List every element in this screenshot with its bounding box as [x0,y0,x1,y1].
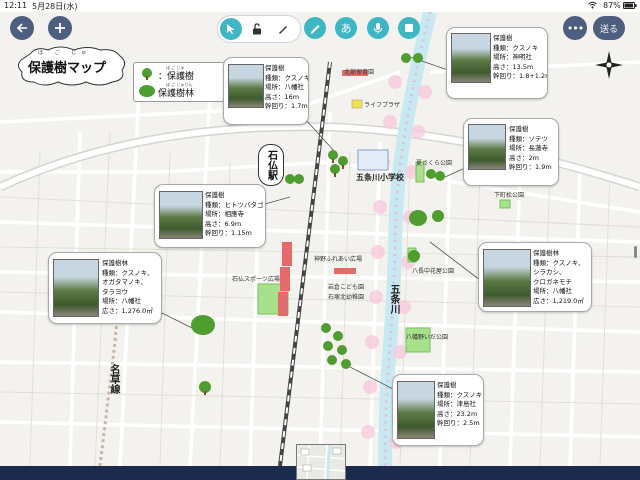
status-time: 12:11 [4,1,28,10]
park-label: 石仏スポーツ広場 [232,276,280,283]
tree-icon[interactable] [198,380,212,396]
info-card[interactable]: 保護樹 種類：クスノキ 場所：八幡社 高さ：16m 幹回り：1.7m [223,57,309,125]
tree-photo [468,124,506,170]
tree-photo [397,381,435,439]
arrow-left-icon [16,23,27,33]
lock-button[interactable] [248,20,266,38]
school-label: 五条川小学校 [356,173,404,182]
scroll-handle[interactable] [634,246,637,258]
plus-icon [55,23,65,33]
title-ruby: ほ ご じゅ [38,50,92,56]
back-button[interactable] [10,16,34,40]
park-label: 岩倉こども園 [328,284,365,291]
rail-label: 名草線 [108,364,119,394]
park-label: 神野ふれあい広場 [314,256,363,263]
pencil-icon [279,26,287,34]
select-tool-button[interactable] [220,18,242,40]
mic-button[interactable] [367,17,389,39]
info-card[interactable]: 保護樹 種類：ヒトツバタゴ 場所：相應寺 高さ：6.9m 幹回り：1.15m [154,184,266,248]
info-card[interactable]: 保護樹林 種類：クスノキ、 シラカシ、 クロガネモチ 場所：八幡社 広さ：1,2… [478,242,592,312]
pen-tool-button[interactable] [274,20,292,38]
map-canvas[interactable]: ほ ご じゅ 保護樹マップ ほ ご じゅ ：保護樹 ほ ご じゅりん 保護樹林 … [0,12,640,466]
microphone-icon [374,23,382,34]
status-date: 5月28日(水) [32,2,78,11]
status-bar: 12:11 5月28日(水) 87% [0,0,640,12]
ellipsis-icon: ••• [566,21,584,35]
battery-icon [623,2,637,11]
tree-icon[interactable] [400,50,426,68]
battery-percent: 87% [603,1,621,10]
info-card[interactable]: 保護樹林 種類：クスノキ、 オガタマノキ、 タラヨウ 場所：八幡社 広さ：1,2… [48,252,162,324]
add-button[interactable] [48,16,72,40]
tree-photo [53,259,99,317]
park-label: 八長中花屋公園 [412,268,455,275]
tree-photo [159,191,203,239]
park-label: 八幡野いだ公園 [406,334,449,341]
park-label: 石塚北幼稚園 [328,294,365,301]
tree-cluster-icon[interactable] [318,320,358,372]
tree-cluster-icon[interactable] [325,147,355,181]
tree-photo [228,64,264,108]
wifi-icon [588,1,597,11]
text-tool-button[interactable]: あ [335,17,357,39]
more-button[interactable]: ••• [563,16,587,40]
title-text: 保護樹マップ [28,61,107,76]
tree-forest-icon[interactable] [190,314,216,336]
marker-button[interactable] [304,17,326,39]
info-card[interactable]: 保護樹 種類：ソテツ 場所：長蓮寺 高さ：2m 幹回り：1.9m [463,118,559,186]
legend-tree: ：保護樹 [158,72,195,82]
station-label: 石仏駅 [258,144,284,186]
tree-icon[interactable] [425,166,447,188]
pointer-icon [227,24,235,34]
tree-legend-icon [142,68,152,80]
stop-button[interactable] [398,17,420,39]
legend: ほ ご じゅ ：保護樹 ほ ご じゅりん 保護樹林 [133,62,225,102]
compass-icon [595,51,623,79]
tree-forest-icon[interactable] [408,206,448,230]
info-card[interactable]: 保護樹 種類：クスノキ 場所：津島社 高さ：23.2m 幹回り：2.5m [392,374,484,446]
forest-legend-icon [139,85,155,97]
tool-group [217,15,301,43]
marker-icon [310,25,320,34]
legend-forest: 保護樹林 [158,89,195,99]
tree-icon[interactable] [284,172,306,190]
river-label: 五条川 [388,284,399,314]
park-label: 下町松公園 [494,192,525,199]
park-label: ライフプラザ [364,102,401,109]
park-label: 北部保育園 [344,69,375,76]
page-thumbnail[interactable] [296,444,346,480]
park-label: 夏さくら公園 [416,160,453,167]
send-button[interactable]: 送る [593,16,625,40]
square-icon [405,24,413,32]
map-title: ほ ご じゅ 保護樹マップ [16,46,128,86]
unlock-icon [253,23,261,35]
tree-photo [483,249,531,307]
info-card[interactable]: 保護樹 種類：クスノキ 場所：神明社 高さ：13.5m 幹回り：1.8+1.2m [446,27,548,99]
tree-photo [451,33,491,83]
tree-icon[interactable] [404,248,424,264]
